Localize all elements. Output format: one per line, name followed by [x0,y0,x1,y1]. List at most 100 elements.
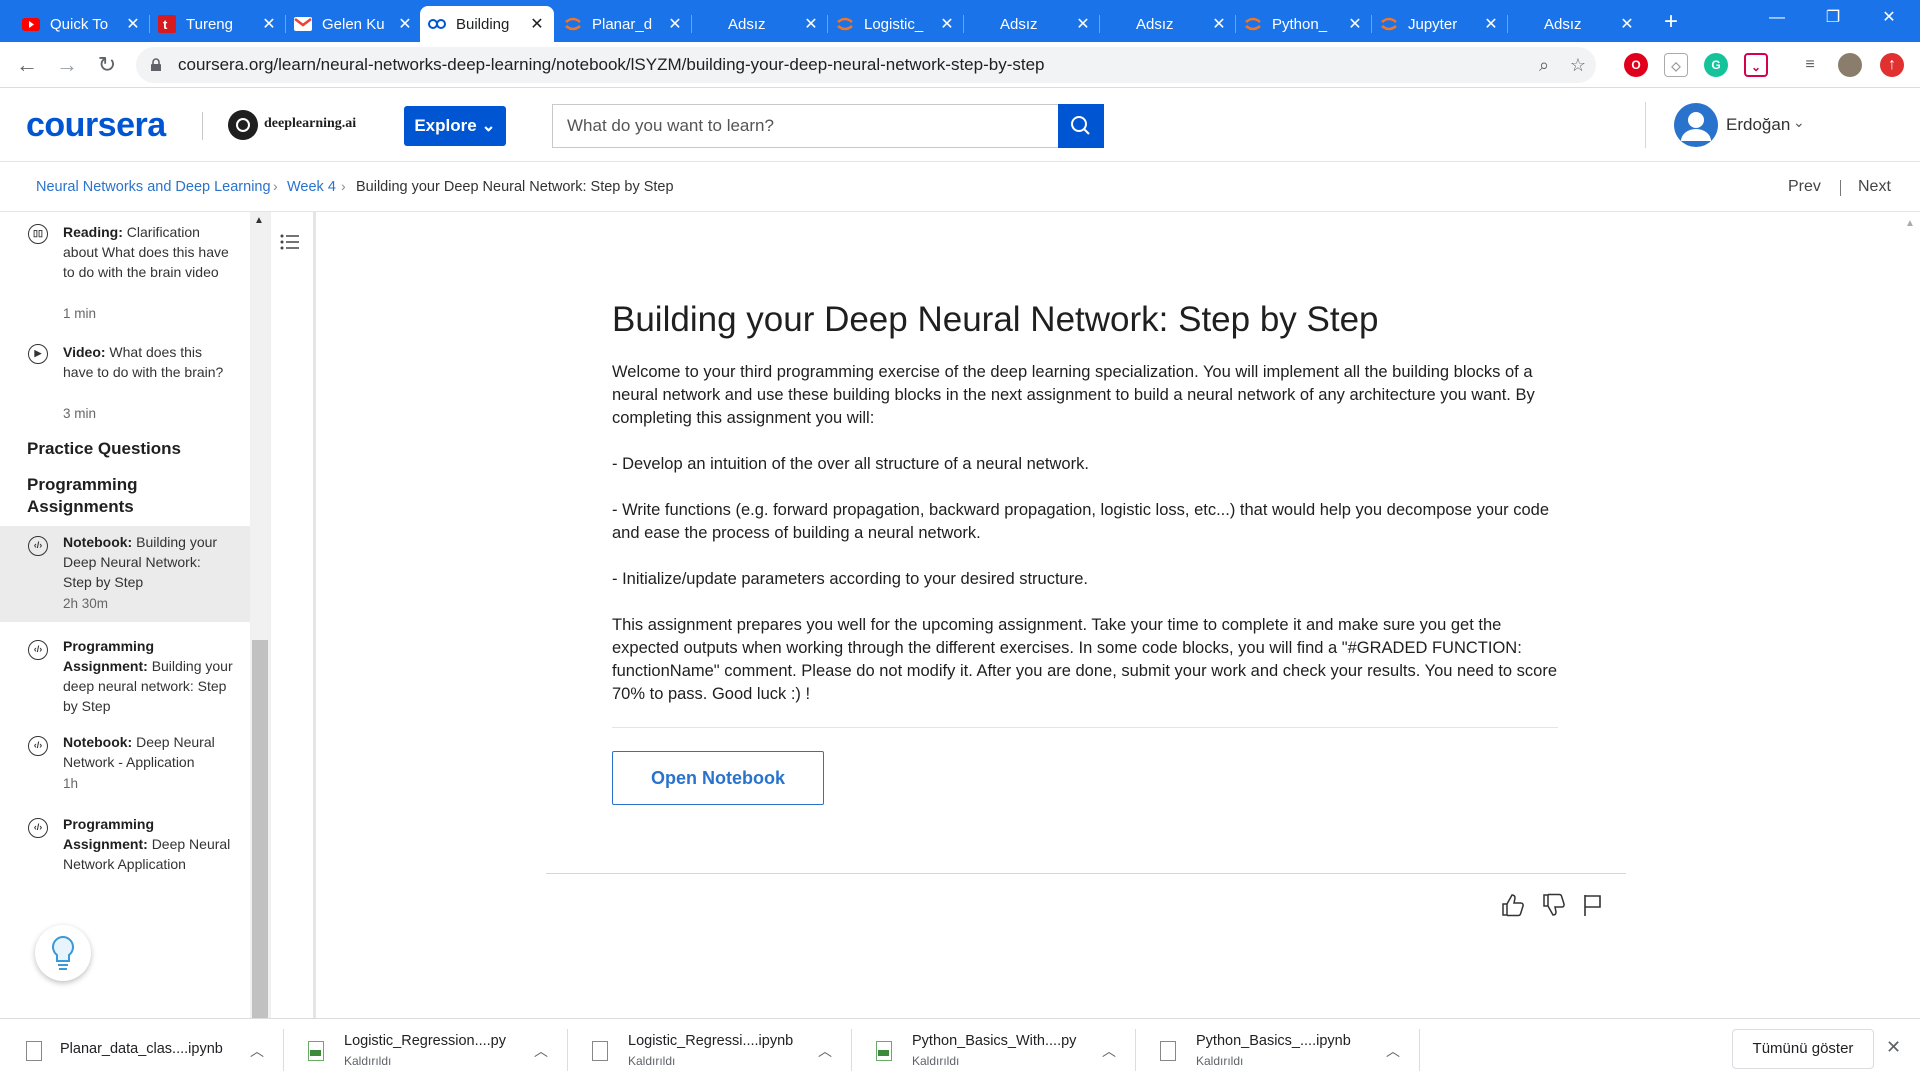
browser-tab[interactable]: Logistic_ ✕ [828,6,964,42]
partner-name[interactable]: deeplearning.ai [264,116,356,132]
file-icon [592,1041,608,1061]
browser-tab[interactable]: Adsız ✕ [692,6,828,42]
download-item[interactable]: Python_Basics_....ipynb Kaldırıldı ︿ [1136,1019,1420,1081]
sidebar-item[interactable]: ‹/› Programming Assignment: Building you… [0,630,250,720]
media-queue-icon[interactable]: ≡ [1798,53,1822,77]
table-of-contents-toggle[interactable] [270,212,316,1018]
browser-tab[interactable]: Adsız ✕ [1508,6,1644,42]
close-tab-icon[interactable]: ✕ [1482,14,1500,34]
svg-text:t: t [163,17,168,32]
browser-tab[interactable]: Adsız ✕ [964,6,1100,42]
chevron-right-icon: › [273,178,278,194]
sidebar-item[interactable]: ▯▯ Reading: Clarification about What doe… [0,216,250,328]
section-programming-assignments[interactable]: Programming Assignments [27,474,227,518]
next-link[interactable]: Next [1858,178,1891,196]
sidebar-item[interactable]: ‹/› Programming Assignment: Deep Neural … [0,808,250,898]
flag-icon[interactable] [1580,892,1606,918]
minimize-button[interactable]: — [1754,0,1800,36]
close-tab-icon[interactable]: ✕ [528,14,546,34]
scroll-up-arrow-icon[interactable]: ▲ [254,215,264,226]
new-tab-button[interactable]: + [1656,8,1686,36]
instructions-paragraph: This assignment prepares you well for th… [612,616,1558,703]
back-arrow-icon[interactable]: ← [12,50,42,80]
browser-tab[interactable]: t Tureng ✕ [150,6,286,42]
sidebar-item[interactable]: ▶ Video: What does this have to do with … [0,336,250,432]
url-text[interactable]: coursera.org/learn/neural-networks-deep-… [178,55,1045,75]
browser-tab[interactable]: Gelen Ku ✕ [286,6,422,42]
search-button[interactable] [1058,104,1104,148]
close-tab-icon[interactable]: ✕ [938,14,956,34]
coursera-logo[interactable]: coursera [26,106,166,145]
close-tab-icon[interactable]: ✕ [260,14,278,34]
browser-tab[interactable]: Quick To ✕ [14,6,150,42]
page-title: Building your Deep Neural Network: Step … [612,300,1379,339]
reload-icon[interactable]: ↻ [92,50,122,80]
close-tab-icon[interactable]: ✕ [1210,14,1228,34]
browser-tab[interactable]: Adsız ✕ [1100,6,1236,42]
item-type: Notebook: [63,534,133,550]
close-tab-icon[interactable]: ✕ [802,14,820,34]
browser-tab[interactable]: Python_ ✕ [1236,6,1372,42]
section-practice-questions[interactable]: Practice Questions [27,438,227,460]
grammarly-icon[interactable]: G [1704,53,1728,77]
user-name[interactable]: Erdoğan [1726,115,1790,135]
chevron-up-icon[interactable]: ︿ [534,1041,548,1061]
download-item[interactable]: Logistic_Regressi....ipynb Kaldırıldı ︿ [568,1019,852,1081]
browser-tab[interactable]: Jupyter ✕ [1372,6,1508,42]
jupyter-icon [836,15,854,33]
show-all-downloads-button[interactable]: Tümünü göster [1732,1029,1874,1069]
lightbulb-button[interactable] [35,925,91,981]
explore-button[interactable]: Explore ⌄ [404,106,506,146]
browser-tab[interactable]: Planar_d ✕ [556,6,692,42]
search-input[interactable] [552,104,1060,148]
profile-avatar-icon[interactable] [1838,53,1862,77]
sidebar-scrollbar-thumb[interactable] [252,640,268,1018]
bookmark-star-icon[interactable]: ☆ [1566,53,1590,77]
sidebar-item-selected[interactable]: ‹/› Notebook: Building your Deep Neural … [0,526,250,622]
thumbs-down-icon[interactable] [1541,892,1567,918]
prev-link[interactable]: Prev [1788,178,1821,196]
chevron-up-icon[interactable]: ︿ [818,1041,832,1061]
download-item[interactable]: Python_Basics_With....py Kaldırıldı ︿ [852,1019,1136,1081]
chevron-up-icon[interactable]: ︿ [1102,1041,1116,1061]
download-filename: Logistic_Regressi....ipynb [628,1033,794,1049]
tab-title: Python_ [1272,15,1328,33]
breadcrumb-course[interactable]: Neural Networks and Deep Learning [36,179,271,195]
update-menu-icon[interactable]: ↑ [1880,53,1904,77]
close-tab-icon[interactable]: ✕ [124,14,142,34]
download-filename: Logistic_Regression....py [344,1033,506,1049]
open-notebook-button[interactable]: Open Notebook [612,751,824,805]
python-file-icon [308,1041,324,1061]
sidebar-item[interactable]: ‹/› Notebook: Deep Neural Network - Appl… [0,726,250,798]
zoom-icon[interactable]: ⌕ [1532,53,1556,77]
breadcrumb-current: Building your Deep Neural Network: Step … [356,179,674,195]
address-bar[interactable]: coursera.org/learn/neural-networks-deep-… [136,47,1596,83]
code-icon: ‹/› [28,640,48,660]
chevron-down-icon[interactable]: ⌄ [1793,114,1805,131]
breadcrumb-week[interactable]: Week 4 [287,179,336,195]
download-item[interactable]: Planar_data_clas....ipynb ︿ [0,1019,284,1081]
close-tab-icon[interactable]: ✕ [1346,14,1364,34]
scroll-up-arrow-icon[interactable]: ▲ [1905,218,1915,229]
page-scrollbar[interactable] [1900,212,1920,1018]
thumbs-up-icon[interactable] [1500,892,1526,918]
item-type: Notebook: [63,734,133,750]
forward-arrow-icon[interactable]: → [52,50,82,80]
tab-title: Planar_d [592,15,653,33]
close-tab-icon[interactable]: ✕ [666,14,684,34]
chevron-up-icon[interactable]: ︿ [250,1041,264,1061]
opera-extension-icon[interactable]: O [1624,53,1648,77]
user-icon [1681,112,1711,141]
close-icon[interactable]: ✕ [1886,1037,1901,1058]
close-tab-icon[interactable]: ✕ [396,14,414,34]
close-window-button[interactable]: ✕ [1866,0,1912,36]
browser-tab-active[interactable]: Building ✕ [420,6,554,42]
user-avatar[interactable] [1674,103,1718,147]
download-item[interactable]: Logistic_Regression....py Kaldırıldı ︿ [284,1019,568,1081]
maximize-button[interactable]: ❐ [1810,0,1856,36]
chevron-up-icon[interactable]: ︿ [1386,1041,1400,1061]
close-tab-icon[interactable]: ✕ [1618,14,1636,34]
pocket-icon[interactable]: ⌄ [1744,53,1768,77]
close-tab-icon[interactable]: ✕ [1074,14,1092,34]
shield-icon[interactable]: ◇ [1664,53,1688,77]
